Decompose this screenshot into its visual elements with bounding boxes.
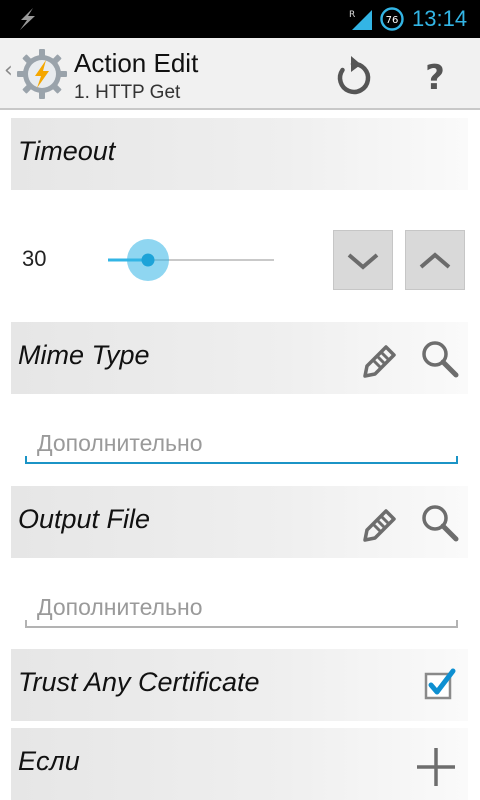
signal-icon: R [349, 10, 372, 30]
help-icon[interactable]: ? [412, 54, 458, 100]
reset-icon[interactable] [330, 54, 376, 100]
mime-type-label: Mime Type [18, 340, 150, 370]
chevron-up-icon [419, 252, 451, 269]
pencil-icon[interactable] [359, 502, 401, 544]
pencil-icon[interactable] [359, 338, 401, 380]
section-output-file: Output File [11, 486, 468, 558]
output-file-label: Output File [18, 504, 151, 534]
tasker-gear-icon[interactable] [14, 46, 70, 102]
field-underline [25, 620, 458, 628]
lightning-bolt-icon [20, 8, 35, 30]
search-icon[interactable] [419, 502, 461, 544]
section-timeout: Timeout [11, 118, 468, 190]
battery-icon: 76 [380, 7, 404, 31]
timeout-slider[interactable] [108, 236, 274, 284]
output-file-field[interactable] [25, 582, 458, 628]
chevron-down-icon [347, 253, 379, 270]
slider-thumb[interactable] [141, 253, 155, 267]
clock: 13:14 [412, 6, 468, 31]
battery-level: 76 [386, 15, 399, 26]
section-trust-certificate: Trust Any Certificate [11, 649, 468, 721]
action-bar: ‹ Action Edit 1. HTTP Get ? [0, 38, 480, 110]
timeout-value: 30 [22, 246, 47, 271]
section-if-condition: Если [11, 728, 468, 800]
trust-certificate-checkbox[interactable] [423, 667, 457, 701]
roaming-indicator: R [349, 10, 355, 20]
plus-icon[interactable] [413, 744, 459, 790]
mime-type-field[interactable] [25, 418, 458, 464]
decrement-button[interactable] [333, 230, 393, 290]
search-icon[interactable] [419, 338, 461, 380]
field-underline-focused [25, 456, 458, 464]
status-bar: R 76 13:14 [0, 0, 480, 38]
if-condition-label: Если [18, 746, 80, 776]
help-glyph: ? [425, 58, 445, 98]
trust-certificate-label: Trust Any Certificate [18, 667, 260, 697]
increment-button[interactable] [405, 230, 465, 290]
page-title: Action Edit [74, 48, 199, 78]
section-mime-type: Mime Type [11, 322, 468, 394]
timeout-label: Timeout [18, 136, 116, 166]
page-subtitle: 1. HTTP Get [74, 82, 181, 103]
